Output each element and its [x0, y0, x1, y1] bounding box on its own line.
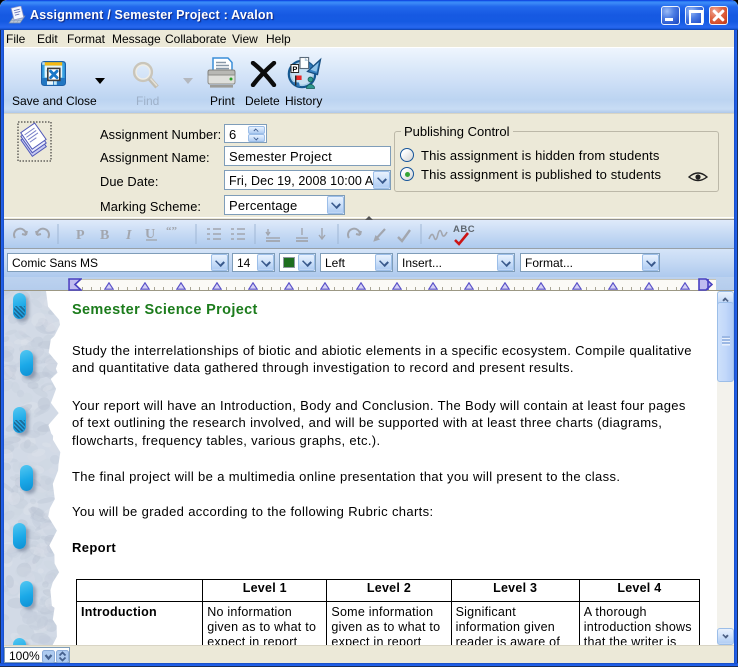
svg-text:B: B — [100, 228, 109, 243]
svg-text:“”: “” — [166, 225, 177, 237]
svg-text:I: I — [125, 228, 132, 243]
svg-text:ABC: ABC — [453, 224, 475, 235]
svg-text:P: P — [76, 228, 85, 243]
svg-text:P: P — [292, 65, 297, 74]
